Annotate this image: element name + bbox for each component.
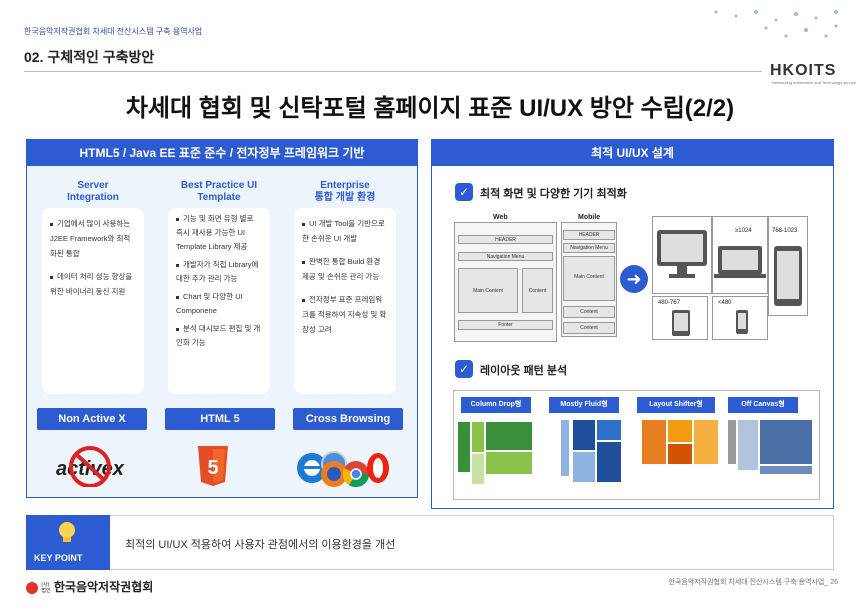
header-divider xyxy=(24,71,762,72)
arrow-right-icon: ➜ xyxy=(620,265,648,293)
bullet-item: UI 개발 Tool을 기반으로 한 손쉬운 UI 개발 xyxy=(302,216,388,246)
lightbulb-icon xyxy=(59,522,75,542)
check-icon: ✓ xyxy=(455,360,473,378)
logo-subtitle: Networking Information and Technology se… xyxy=(772,80,856,85)
html5-icon: 5 xyxy=(198,446,228,486)
bullet-text: 기업에서 많이 사용하는 J2EE Framework와 최적화된 통합 xyxy=(50,219,131,258)
laptop-icon xyxy=(714,246,766,278)
org-name: 한국음악저작권협회 xyxy=(53,580,154,594)
html5-label: HTML 5 xyxy=(165,408,275,430)
column-title-line: Best Practice UI xyxy=(180,180,258,191)
mwire-nav: Navigation Menu xyxy=(563,243,615,253)
column-title-server: Server Integration xyxy=(42,180,144,204)
mwire-header: HEADER xyxy=(563,230,615,240)
device-label-tablet: 768-1023 xyxy=(772,228,798,234)
bullet-text: UI 개발 Tool을 기반으로 한 손쉬운 UI 개발 xyxy=(302,219,385,243)
bullet-text: 개발자가 직접 Library에 대한 추가 관리 가능 xyxy=(176,260,259,283)
device-label-small: <480 xyxy=(718,300,732,306)
off-canvas-diagram xyxy=(728,420,812,474)
layout-column-drop: Column Drop형 xyxy=(461,397,531,413)
company-logo: HKOITS xyxy=(770,62,836,80)
bullet-item: 데이터 처리 성능 향상을 위한 바이너리 동신 지원 xyxy=(50,269,136,299)
phablet-icon xyxy=(672,310,690,336)
device-label-medium: 480-767 xyxy=(658,300,681,306)
wire-main: Main Content xyxy=(458,268,518,313)
html5-logo-text: 5 xyxy=(207,457,218,479)
bullet-item: Chart 및 다양한 UI Componene xyxy=(176,290,262,318)
browser-icons xyxy=(297,451,389,488)
phone-icon xyxy=(736,310,748,334)
check-icon: ✓ xyxy=(455,183,473,201)
tablet-icon xyxy=(774,246,802,306)
keypoint-label: KEY POINT xyxy=(34,553,83,563)
column-title-template: Best Practice UI Template xyxy=(168,180,270,204)
device-label-large: ≥1024 xyxy=(735,228,752,234)
column-title-line: Integration xyxy=(67,192,119,203)
mwire-content: Content xyxy=(563,306,615,318)
right-panel-heading: 최적 UI/UX 설계 xyxy=(432,140,833,166)
section-title: 02. 구체적인 구축방안 xyxy=(24,49,155,65)
bullet-item: 기능 및 화면 유형 별로 즉시 재사용 가능한 UI Template Lib… xyxy=(176,212,262,254)
bullet-item: 개발자가 직접 Library에 대한 추가 관리 가능 xyxy=(176,258,262,286)
left-panel-heading: HTML5 / Java EE 표준 준수 / 전자정부 프레임워크 기반 xyxy=(27,140,417,166)
bullet-item: 분석 대시보드 편집 및 개인화 기능 xyxy=(176,322,262,350)
org-small-text: 법인 xyxy=(41,587,51,594)
column-title-line: Enterprise xyxy=(320,180,370,191)
non-activex-label: Non Active X xyxy=(37,408,147,430)
column-drop-diagram xyxy=(458,422,532,484)
footer-org-logo: (사) 법인 한국음악저작권협회 xyxy=(26,578,153,595)
bullet-text: 데이터 처리 성능 향상을 위한 바이너리 동신 지원 xyxy=(50,272,133,296)
org-logo-small: (사) 법인 xyxy=(41,582,50,594)
project-title: 한국음악저작권협회 차세대 전산시스템 구축 용역사업 xyxy=(24,27,203,36)
bullet-text: Chart 및 다양한 UI Componene xyxy=(176,292,243,315)
logo-text: HKOITS xyxy=(770,62,837,79)
wire-nav: Navigation Menu xyxy=(458,252,553,261)
column-title-enterprise: Enterprise 통합 개발 환경 xyxy=(294,180,396,204)
no-activex-icon: activex xyxy=(56,446,125,487)
section-device-optimization: 최적 화면 및 다양한 기기 최적화 xyxy=(480,188,627,200)
section-layout-patterns: 레이아웃 패턴 분석 xyxy=(480,365,568,377)
bullet-item: 전자정부 표준 프레임워크를 적용하여 지속성 및 확장성 고려 xyxy=(302,292,388,337)
desktop-icon xyxy=(657,230,707,278)
bullet-text: 분석 대시보드 편집 및 개인화 기능 xyxy=(176,324,261,347)
wire-footer: Footer xyxy=(458,320,553,330)
page-footer: 한국음악저작권협회 차세대 전산시스템 구축 용역사업_ 26 xyxy=(668,579,838,586)
bullet-text: 기능 및 화면 유형 별로 즉시 재사용 가능한 UI Template Lib… xyxy=(176,214,254,251)
mobile-label: Mobile xyxy=(578,214,601,221)
web-label: Web xyxy=(493,214,508,221)
wire-content: Content xyxy=(522,268,553,313)
layout-shifter-diagram xyxy=(642,420,718,464)
column-box-enterprise: UI 개발 Tool을 기반으로 한 손쉬운 UI 개발 완벽한 통합 Buil… xyxy=(294,208,396,394)
keypoint-message: 최적의 UI/UX 적용하여 사용자 관점에서의 이용환경을 개선 xyxy=(125,539,396,551)
page-title: 차세대 협회 및 신탁포털 홈페이지 표준 UI/UX 방안 수립(2/2) xyxy=(125,95,735,122)
bullet-text: 완벽한 통합 Build 환경 제공 및 손쉬운 관리 가능 xyxy=(302,257,381,281)
layout-shifter: Layout Shifter형 xyxy=(637,397,715,413)
mwire-content: Content xyxy=(563,322,615,334)
org-logo-icon xyxy=(26,581,38,594)
column-title-line: Template xyxy=(197,192,241,203)
bullet-item: 완벽한 통합 Build 환경 제공 및 손쉬운 관리 가능 xyxy=(302,254,388,284)
column-title-line: 통합 개발 환경 xyxy=(314,192,376,203)
decorative-dots xyxy=(714,10,838,38)
column-title-line: Server xyxy=(77,180,109,191)
layout-off-canvas: Off Canvas형 xyxy=(728,397,798,413)
bullet-text: 전자정부 표준 프레임워크를 적용하여 지속성 및 확장성 고려 xyxy=(302,295,387,334)
bullet-item: 기업에서 많이 사용하는 J2EE Framework와 최적화된 통합 xyxy=(50,216,136,261)
cross-browsing-label: Cross Browsing xyxy=(293,408,403,430)
mostly-fluid-diagram xyxy=(561,420,621,482)
mwire-main: Main Content xyxy=(563,256,615,301)
column-box-server: 기업에서 많이 사용하는 J2EE Framework와 최적화된 통합 데이터… xyxy=(42,208,144,394)
layout-mostly-fluid: Mostly Fluid형 xyxy=(549,397,619,413)
wire-header: HEADER xyxy=(458,235,553,244)
column-box-template: 기능 및 화면 유형 별로 즉시 재사용 가능한 UI Template Lib… xyxy=(168,208,270,394)
